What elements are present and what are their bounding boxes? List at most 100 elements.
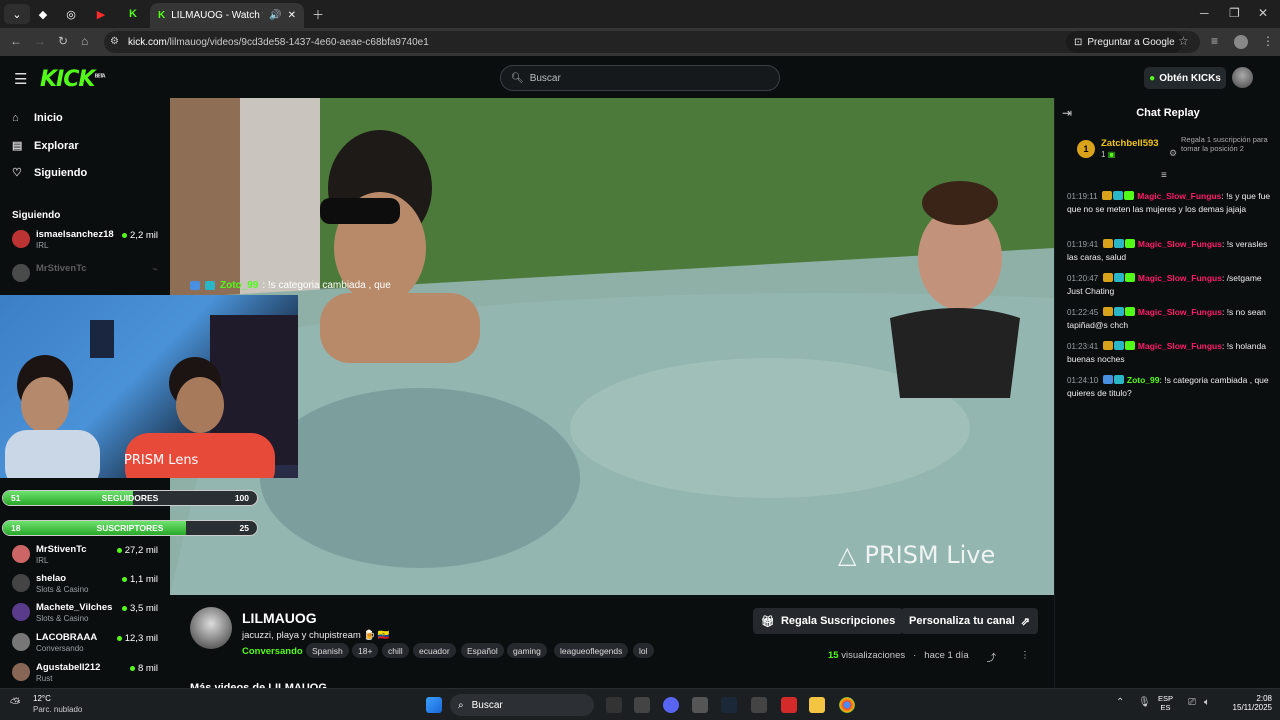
tag[interactable]: Spanish xyxy=(306,643,349,658)
crown-badge-icon xyxy=(1101,191,1112,200)
app-icon[interactable] xyxy=(751,697,767,713)
channel-name[interactable]: LILMAUOG xyxy=(242,610,317,626)
ask-google-button[interactable]: ⊡ Preguntar a Google xyxy=(1066,31,1183,53)
taskbar-search[interactable]: ⌕ Buscar xyxy=(450,694,594,716)
microphone-icon[interactable]: 🎙︎ xyxy=(1138,697,1151,708)
crown-badge-icon xyxy=(1102,273,1113,282)
volume-icon[interactable]: 🔈︎ xyxy=(1204,697,1210,708)
taskbar-search-label: Buscar xyxy=(471,699,503,711)
bookmark-star-icon[interactable]: ☆ xyxy=(1178,34,1189,48)
lang-top: ESP xyxy=(1158,694,1174,703)
followed-channel[interactable]: MrStivenTc IRL 27,2 mil xyxy=(12,544,162,572)
followed-channel[interactable]: shelao Slots & Casino 1,1 mil xyxy=(12,573,162,601)
video-player[interactable]: Zoto_99 : !s categoria cambiada , que △ … xyxy=(170,98,1054,595)
url-input[interactable]: ⚙ kick.com/lilmauog/videos/9cd3de58-1437… xyxy=(104,31,1200,53)
chrome-app-icon[interactable] xyxy=(839,697,855,713)
site-info-icon[interactable]: ⚙ xyxy=(110,36,119,47)
tab-close-icon[interactable]: ✕ xyxy=(288,10,296,21)
user-avatar[interactable] xyxy=(1232,67,1253,88)
close-window-icon[interactable]: ✕ xyxy=(1258,6,1268,20)
maximize-icon[interactable]: ❐ xyxy=(1229,6,1240,20)
tag[interactable]: ecuador xyxy=(413,643,456,658)
followed-channel[interactable]: Agustabell212 Rust 8 mil xyxy=(12,662,162,690)
tab-favicon-youtube[interactable]: ▶ xyxy=(88,4,114,24)
tag[interactable]: Español xyxy=(461,643,504,658)
filter-icon[interactable]: ≡ xyxy=(1161,170,1167,181)
steam-app-icon[interactable] xyxy=(721,697,737,713)
channel-category: Slots & Casino xyxy=(36,585,89,594)
tag[interactable]: chill xyxy=(382,643,409,658)
followed-channel[interactable]: Machete_Vilches Slots & Casino 3,5 mil xyxy=(12,602,162,630)
tab-favicon-2[interactable]: ◎ xyxy=(58,4,84,24)
sidebar-item-inicio[interactable]: ⌂ Inicio xyxy=(12,112,63,124)
new-tab-icon[interactable]: ＋ xyxy=(312,6,324,23)
message-user[interactable]: Magic_Slow_Fungus xyxy=(1138,341,1222,351)
prism-lens-label: PRISM Lens xyxy=(124,453,199,468)
tag[interactable]: gaming xyxy=(507,643,547,658)
profile-avatar-icon[interactable] xyxy=(1234,35,1248,49)
clock[interactable]: 2:08 15/11/2025 xyxy=(1220,694,1272,712)
media-control-icon[interactable]: ≡ xyxy=(1211,34,1218,48)
channel-avatar[interactable] xyxy=(190,607,232,649)
home-browser-icon[interactable]: ⌂ xyxy=(81,34,88,48)
minimize-icon[interactable]: ─ xyxy=(1200,6,1209,20)
channel-name: LACOBRAAA xyxy=(36,632,98,643)
gift-subs-button[interactable]: 🎁︎ Regala Suscripciones xyxy=(753,608,904,634)
forward-icon[interactable]: → xyxy=(34,34,46,48)
prism-live-watermark: △ PRISM Live xyxy=(838,541,995,569)
reload-icon[interactable]: ↻ xyxy=(58,34,68,48)
gift-count-value: 1 xyxy=(1101,150,1106,159)
customize-channel-button[interactable]: Personaliza tu canal ⇗ xyxy=(901,608,1038,634)
subs-goal-bar: 18 SUSCRIPTORES 25 xyxy=(2,520,258,536)
prism-app-icon[interactable] xyxy=(634,697,650,713)
obs-app-icon[interactable] xyxy=(606,697,622,713)
get-kicks-button[interactable]: ● Obtén KICKs xyxy=(1144,67,1226,89)
followed-channel-offline[interactable]: MrStivenTc ⌁ xyxy=(12,263,162,291)
tab-favicon-1[interactable]: ◆ xyxy=(30,4,56,24)
weather-temp[interactable]: 12°C xyxy=(33,694,51,703)
subs-label: SUSCRIPTORES xyxy=(96,523,164,533)
app-icon[interactable] xyxy=(781,697,797,713)
followed-channel[interactable]: ismaelsanchez18 IRL 2,2 mil xyxy=(12,229,162,257)
tag[interactable]: 18+ xyxy=(352,643,379,658)
followed-channel[interactable]: LACOBRAAA Conversando 12,3 mil xyxy=(12,632,162,660)
video-chat-user: Zoto_99 xyxy=(220,280,259,291)
tray-expand-icon[interactable]: ⌃ xyxy=(1116,697,1124,708)
active-tab[interactable]: K LILMAUOG - Watch the VO 🔊 ✕ xyxy=(150,3,304,28)
message-user[interactable]: Magic_Slow_Fungus xyxy=(1137,191,1221,201)
sidebar-item-siguiendo[interactable]: ♡ Siguiendo xyxy=(12,166,87,180)
browser-menu-icon[interactable]: ⋮ xyxy=(1262,34,1274,48)
back-icon[interactable]: ← xyxy=(10,34,22,48)
tab-favicon-kick[interactable]: K xyxy=(120,4,146,24)
top-gifter-name[interactable]: Zatchbell593 xyxy=(1101,138,1159,149)
viewer-count: 1,1 mil xyxy=(122,574,158,585)
weather-icon[interactable]: ⛅︎ xyxy=(10,695,20,711)
tag[interactable]: leagueoflegends xyxy=(554,643,629,658)
capcut-app-icon[interactable] xyxy=(692,697,708,713)
share-icon[interactable]: ⤴ xyxy=(987,650,997,664)
tab-audio-icon[interactable]: 🔊 xyxy=(269,10,281,21)
sidebar-item-explorar[interactable]: ▤ Explorar xyxy=(12,139,79,153)
message-user[interactable]: Zoto_99 xyxy=(1127,375,1160,385)
more-options-icon[interactable]: ⋮ xyxy=(1020,650,1030,664)
kick-logo[interactable]: KICKBETA xyxy=(40,67,106,92)
viewer-count-value: 8 mil xyxy=(137,663,158,674)
message-user[interactable]: Magic_Slow_Fungus xyxy=(1138,273,1222,283)
language-indicator[interactable]: ESP ES xyxy=(1158,694,1173,712)
prism-triangle-icon: △ xyxy=(838,541,857,569)
message-user[interactable]: Magic_Slow_Fungus xyxy=(1138,307,1222,317)
avatar xyxy=(12,574,30,592)
hamburger-menu-icon[interactable]: ☰ xyxy=(14,70,27,88)
tag[interactable]: lol xyxy=(633,643,654,658)
discord-app-icon[interactable] xyxy=(663,697,679,713)
channel-category: IRL xyxy=(36,556,49,565)
network-icon[interactable]: ⎚ xyxy=(1188,697,1196,708)
search-input[interactable]: 🔍︎ Buscar xyxy=(500,65,780,91)
windows-start-icon[interactable] xyxy=(426,697,442,713)
stream-category[interactable]: Conversando xyxy=(242,646,303,657)
message-user[interactable]: Magic_Slow_Fungus xyxy=(1138,239,1222,249)
chat-message: 01:24:10 Zoto_99: !s categoria cambiada … xyxy=(1067,374,1273,400)
tab-search-icon[interactable]: ⌄ xyxy=(4,4,30,24)
external-link-icon: ⇗ xyxy=(1020,615,1030,628)
file-explorer-icon[interactable] xyxy=(809,697,825,713)
